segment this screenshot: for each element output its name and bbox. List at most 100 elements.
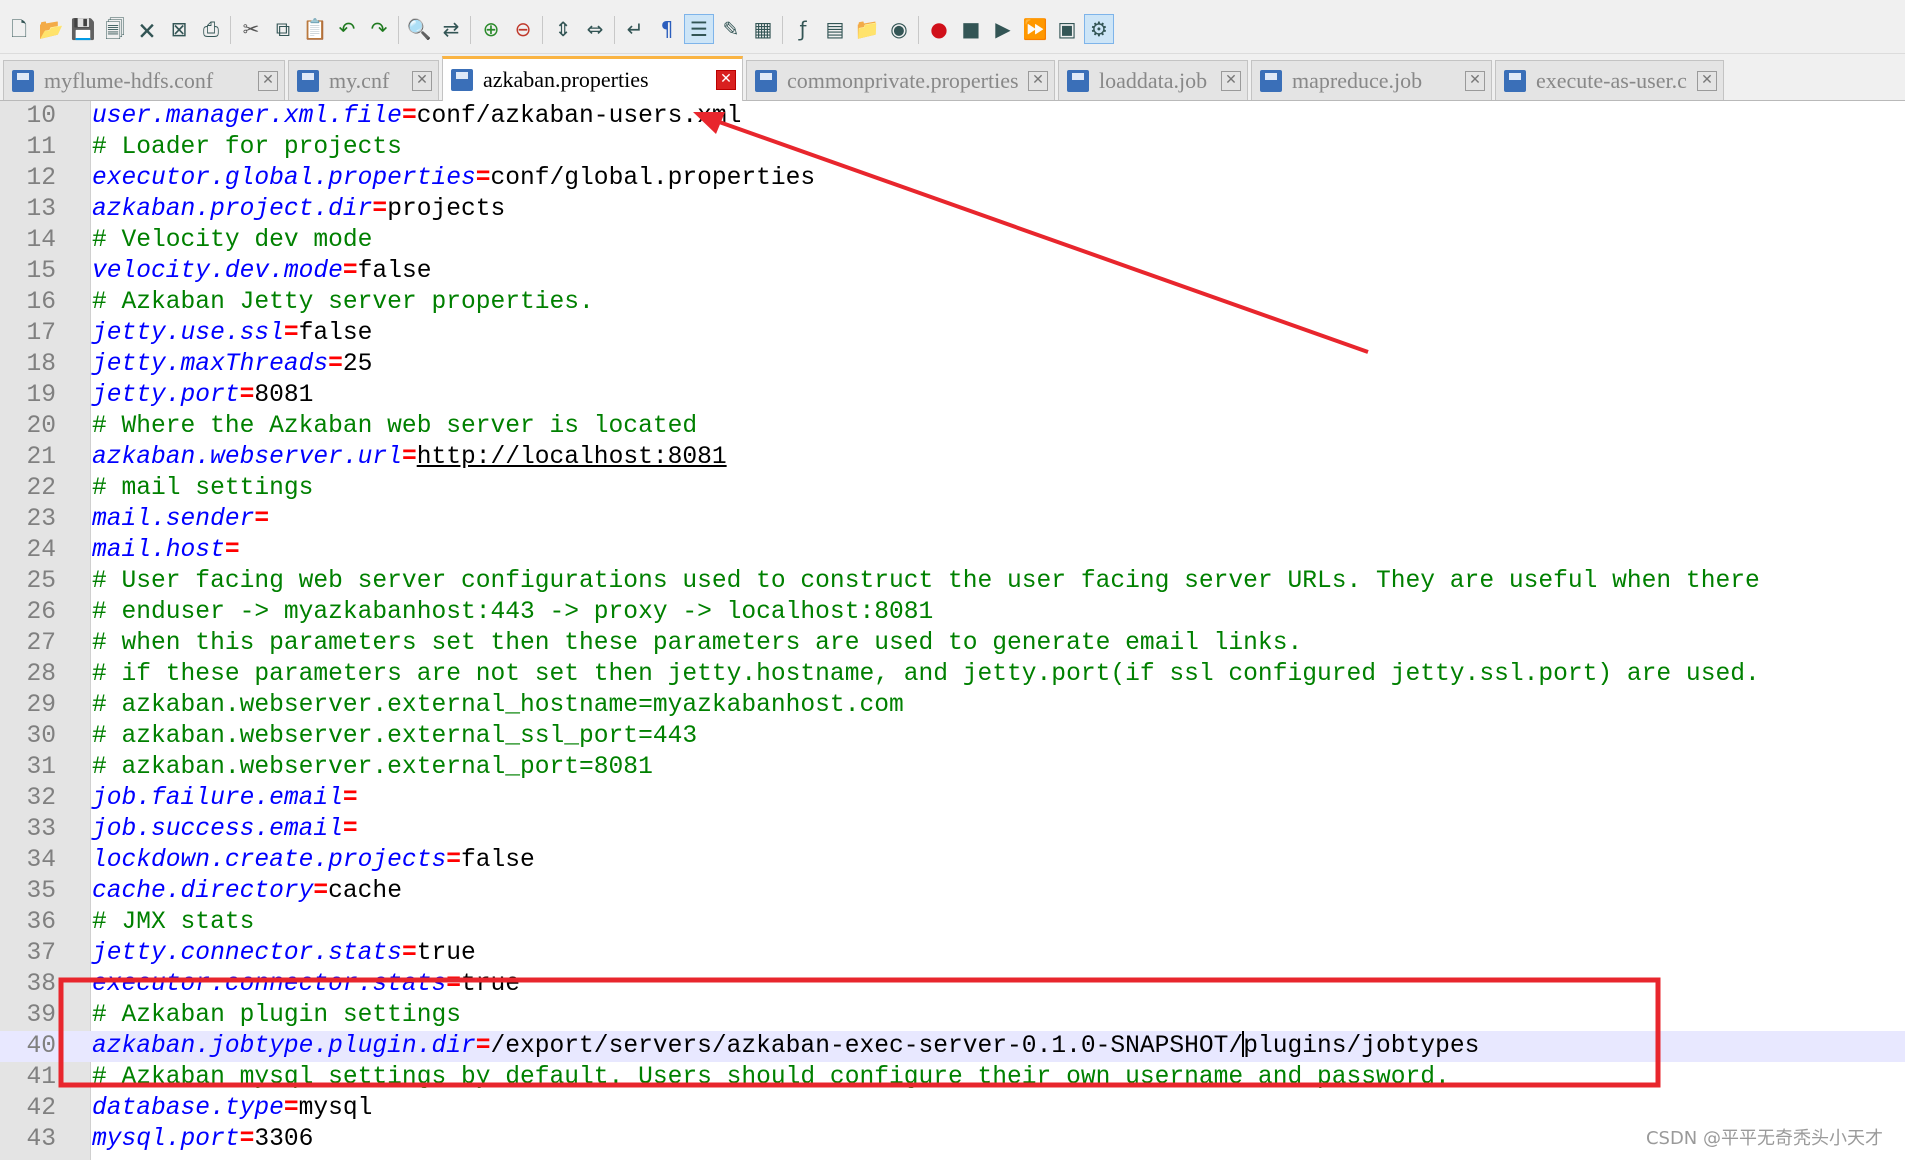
tab-close-icon[interactable]: ✕: [1028, 70, 1048, 91]
code-line[interactable]: 32 job.failure.email=: [0, 783, 1905, 814]
paste-icon[interactable]: 📋: [300, 14, 330, 44]
code-line[interactable]: 27 # when this parameters set then these …: [0, 628, 1905, 659]
tab-close-icon[interactable]: ✕: [412, 70, 432, 91]
code-line[interactable]: 25 # User facing web server configuration…: [0, 566, 1905, 597]
stop-macro-icon[interactable]: ■: [956, 14, 986, 44]
property-key: lockdown.create.projects: [92, 847, 447, 874]
cut-icon[interactable]: ✂: [236, 14, 266, 44]
code-line[interactable]: 31 # azkaban.webserver.external_port=8081: [0, 752, 1905, 783]
toolbar-separator: [614, 16, 615, 44]
tab-my-cnf[interactable]: my.cnf ✕: [288, 60, 439, 100]
tab-close-icon[interactable]: ✕: [1697, 70, 1717, 91]
copy-icon[interactable]: ⧉: [268, 14, 298, 44]
comment-text: # azkaban.webserver.external_hostname=my…: [92, 692, 904, 719]
tab-execute-as-user-c[interactable]: execute-as-user.c ✕: [1495, 60, 1724, 100]
code-line[interactable]: 17 jetty.use.ssl=false: [0, 318, 1905, 349]
folder-workspace-icon[interactable]: ▤: [820, 14, 850, 44]
tab-close-icon[interactable]: ✕: [258, 70, 278, 91]
tab-label: loaddata.job: [1099, 67, 1208, 93]
code-line[interactable]: 21 azkaban.webserver.url=http://localhost…: [0, 442, 1905, 473]
run-macro-multiple-icon[interactable]: ⏩: [1020, 14, 1050, 44]
code-line[interactable]: 13 azkaban.project.dir=projects: [0, 194, 1905, 225]
zoom-in-icon[interactable]: ⊕: [476, 14, 506, 44]
tab-azkaban-properties[interactable]: azkaban.properties ✕: [442, 56, 743, 101]
file-saved-icon: [1260, 69, 1282, 92]
code-line[interactable]: 26 # enduser -> myazkabanhost:443 -> prox…: [0, 597, 1905, 628]
tab-commonprivate-properties[interactable]: commonprivate.properties ✕: [746, 60, 1055, 100]
line-content: # mail settings: [92, 473, 313, 504]
code-line[interactable]: 39 # Azkaban plugin settings: [0, 1000, 1905, 1031]
word-wrap-icon[interactable]: ↵: [620, 14, 650, 44]
tab-loaddata-job[interactable]: loaddata.job ✕: [1058, 60, 1248, 100]
code-line[interactable]: 41 # Azkaban mysql settings by default. U…: [0, 1062, 1905, 1093]
indent-guide-icon[interactable]: ☰: [684, 14, 714, 44]
property-key: velocity.dev.mode: [92, 258, 343, 285]
code-line[interactable]: 36 # JMX stats: [0, 907, 1905, 938]
code-line[interactable]: 15 velocity.dev.mode=false: [0, 256, 1905, 287]
code-line[interactable]: 35 cache.directory=cache: [0, 876, 1905, 907]
open-file-icon[interactable]: 📂: [36, 14, 66, 44]
property-value-url: http://localhost:8081: [416, 444, 727, 471]
code-line[interactable]: 38 executor.connector.stats=true: [0, 969, 1905, 1000]
function-list-icon[interactable]: ƒ: [788, 14, 818, 44]
find-icon[interactable]: 🔍: [404, 14, 434, 44]
record-macro-icon[interactable]: ●: [924, 14, 954, 44]
close-all-icon[interactable]: ⊠: [164, 14, 194, 44]
sync-vertical-icon[interactable]: ⇕: [548, 14, 578, 44]
code-line[interactable]: 28 # if these parameters are not set then…: [0, 659, 1905, 690]
save-macro-icon[interactable]: ▣: [1052, 14, 1082, 44]
tab-close-icon[interactable]: ✕: [1221, 70, 1241, 91]
undo-icon[interactable]: ↶: [332, 14, 362, 44]
line-number: 30: [26, 723, 56, 750]
code-editor[interactable]: 10 user.manager.xml.file=conf/azkaban-use…: [0, 101, 1905, 1160]
comment-text: # when this parameters set then these pa…: [92, 630, 1303, 657]
save-icon[interactable]: 💾: [68, 14, 98, 44]
tab-mapreduce-job[interactable]: mapreduce.job ✕: [1251, 60, 1492, 100]
comment-text: # Velocity dev mode: [92, 227, 373, 254]
doc-map-icon[interactable]: ▦: [748, 14, 778, 44]
tab-myflume-hdfs-conf[interactable]: myflume-hdfs.conf ✕: [3, 60, 285, 100]
line-number: 37: [26, 940, 56, 967]
code-line[interactable]: 40 azkaban.jobtype.plugin.dir=/export/ser…: [0, 1031, 1905, 1062]
play-macro-icon[interactable]: ▶: [988, 14, 1018, 44]
line-content: # Where the Azkaban web server is locate…: [92, 411, 697, 442]
code-line[interactable]: 42 database.type=mysql: [0, 1093, 1905, 1124]
code-line[interactable]: 14 # Velocity dev mode: [0, 225, 1905, 256]
code-line[interactable]: 30 # azkaban.webserver.external_ssl_port=…: [0, 721, 1905, 752]
show-all-chars-icon[interactable]: ¶: [652, 14, 682, 44]
print-icon[interactable]: ⎙: [196, 14, 226, 44]
line-number: 20: [26, 413, 56, 440]
redo-icon[interactable]: ↷: [364, 14, 394, 44]
save-all-icon[interactable]: 🗐: [100, 14, 130, 44]
code-line[interactable]: 43 mysql.port=3306: [0, 1124, 1905, 1155]
code-line[interactable]: 19 jetty.port=8081: [0, 380, 1905, 411]
code-line[interactable]: 16 # Azkaban Jetty server properties.: [0, 287, 1905, 318]
code-line[interactable]: 33 job.success.email=: [0, 814, 1905, 845]
code-line[interactable]: 20 # Where the Azkaban web server is loca…: [0, 411, 1905, 442]
comment-text: # Where the Azkaban web server is locate…: [92, 413, 698, 440]
tab-close-icon[interactable]: ✕: [1465, 70, 1485, 91]
zoom-out-icon[interactable]: ⊖: [508, 14, 538, 44]
line-number: 13: [26, 196, 56, 223]
code-line[interactable]: 12 executor.global.properties=conf/global…: [0, 163, 1905, 194]
equals-sign: =: [401, 444, 417, 471]
code-line[interactable]: 22 # mail settings: [0, 473, 1905, 504]
code-line[interactable]: 10 user.manager.xml.file=conf/azkaban-use…: [0, 101, 1905, 132]
monitor-icon[interactable]: ◉: [884, 14, 914, 44]
folder-icon[interactable]: 📁: [852, 14, 882, 44]
code-line[interactable]: 34 lockdown.create.projects=false: [0, 845, 1905, 876]
code-line[interactable]: 29 # azkaban.webserver.external_hostname=…: [0, 690, 1905, 721]
code-line[interactable]: 11 # Loader for projects: [0, 132, 1905, 163]
user-language-icon[interactable]: ✎: [716, 14, 746, 44]
new-file-icon[interactable]: 🗋: [4, 14, 34, 44]
code-line[interactable]: 37 jetty.connector.stats=true: [0, 938, 1905, 969]
code-line[interactable]: 23 mail.sender=: [0, 504, 1905, 535]
code-line[interactable]: 18 jetty.maxThreads=25: [0, 349, 1905, 380]
code-line[interactable]: 24 mail.host=: [0, 535, 1905, 566]
sync-horizontal-icon[interactable]: ⇔: [580, 14, 610, 44]
replace-icon[interactable]: ⇄: [436, 14, 466, 44]
close-icon[interactable]: 🗙: [132, 14, 162, 44]
tab-close-icon[interactable]: ✕: [716, 70, 736, 90]
plugin-icon[interactable]: ⚙: [1084, 14, 1114, 44]
property-key: jetty.connector.stats: [92, 940, 402, 967]
